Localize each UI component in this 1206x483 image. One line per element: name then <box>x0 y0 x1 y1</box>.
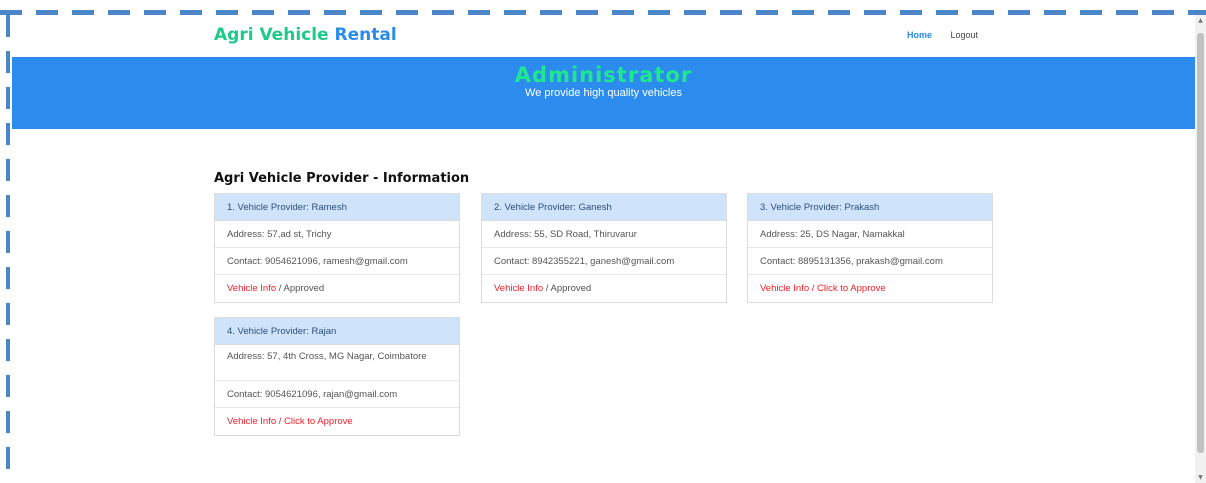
provider-address: Address: 55, SD Road, Thiruvarur <box>482 221 726 248</box>
approval-status: Approved <box>283 283 325 294</box>
provider-actions: Vehicle Info / Click to Approve <box>215 408 459 435</box>
provider-card: 4. Vehicle Provider: Rajan Address: 57, … <box>214 317 460 436</box>
vehicle-info-link[interactable]: Vehicle Info <box>760 283 809 294</box>
vertical-scrollbar[interactable]: ▲ ▼ <box>1195 15 1206 483</box>
provider-card-header: 1. Vehicle Provider: Ramesh <box>215 194 459 221</box>
provider-card: 3. Vehicle Provider: Prakash Address: 25… <box>747 193 993 303</box>
hero-title: Administrator <box>514 63 693 87</box>
provider-contact: Contact: 9054621096, rajan@gmail.com <box>215 381 459 408</box>
scroll-thumb[interactable] <box>1197 33 1204 453</box>
vehicle-info-link[interactable]: Vehicle Info <box>494 283 543 294</box>
action-separator: / <box>278 283 282 294</box>
brand-logo[interactable]: Agri Vehicle Rental <box>214 25 397 45</box>
vehicle-info-link[interactable]: Vehicle Info <box>227 416 276 427</box>
nav-home-link[interactable]: Home <box>907 30 932 40</box>
hero-banner: Administrator We provide high quality ve… <box>12 57 1195 129</box>
provider-card-header: 2. Vehicle Provider: Ganesh <box>482 194 726 221</box>
scroll-up-arrow-icon[interactable]: ▲ <box>1195 17 1206 24</box>
provider-contact: Contact: 9054621096, ramesh@gmail.com <box>215 248 459 275</box>
nav-logout-link[interactable]: Logout <box>951 30 979 40</box>
section-title: Agri Vehicle Provider - Information <box>214 171 470 186</box>
vehicle-info-link[interactable]: Vehicle Info <box>227 283 276 294</box>
provider-address: Address: 25, DS Nagar, Namakkal <box>748 221 992 248</box>
provider-actions: Vehicle Info / Click to Approve <box>748 275 992 302</box>
approval-status: Approved <box>550 283 592 294</box>
nav-links: Home Logout <box>907 30 994 40</box>
action-separator: / <box>811 283 815 294</box>
brand-name-part2: Rental <box>334 25 397 45</box>
provider-card: 1. Vehicle Provider: Ramesh Address: 57,… <box>214 193 460 303</box>
provider-actions: Vehicle Info / Approved <box>215 275 459 302</box>
provider-contact: Contact: 8942355221, ganesh@gmail.com <box>482 248 726 275</box>
dashed-frame-left <box>6 15 10 483</box>
provider-card-header: 4. Vehicle Provider: Rajan <box>215 318 459 345</box>
hero-subtitle: We provide high quality vehicles <box>525 87 682 99</box>
click-to-approve-link[interactable]: Click to Approve <box>284 416 353 427</box>
action-separator: / <box>278 416 282 427</box>
top-navbar: Agri Vehicle Rental Home Logout <box>12 15 1195 57</box>
scroll-down-arrow-icon[interactable]: ▼ <box>1195 474 1206 481</box>
brand-name-part1: Agri Vehicle <box>214 25 329 45</box>
provider-card: 2. Vehicle Provider: Ganesh Address: 55,… <box>481 193 727 303</box>
provider-card-header: 3. Vehicle Provider: Prakash <box>748 194 992 221</box>
provider-contact: Contact: 8895131356, prakash@gmail.com <box>748 248 992 275</box>
action-separator: / <box>545 283 549 294</box>
provider-actions: Vehicle Info / Approved <box>482 275 726 302</box>
provider-address: Address: 57,ad st, Trichy <box>215 221 459 248</box>
provider-address: Address: 57, 4th Cross, MG Nagar, Coimba… <box>215 345 459 381</box>
click-to-approve-link[interactable]: Click to Approve <box>817 283 886 294</box>
